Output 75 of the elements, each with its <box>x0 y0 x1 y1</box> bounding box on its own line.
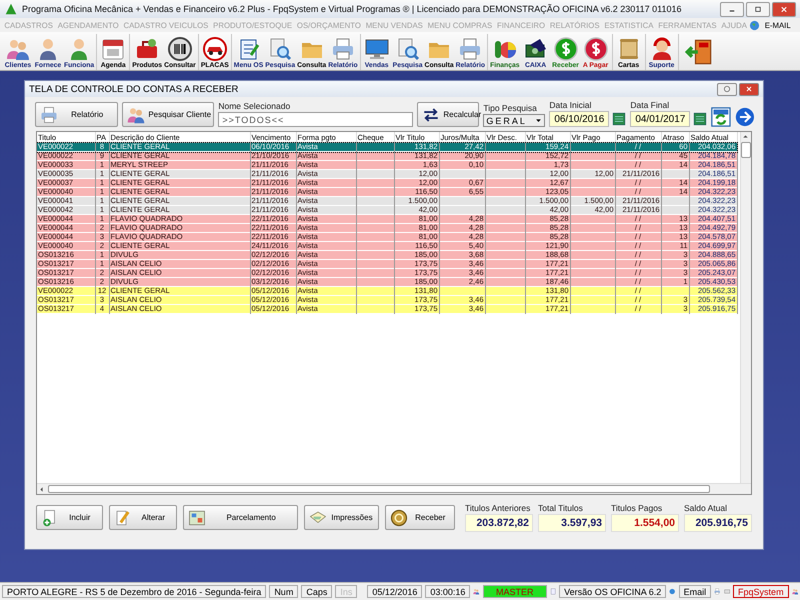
printer-icon <box>40 106 58 124</box>
document-icon <box>550 586 556 597</box>
total-value: 203.872,82 <box>465 514 533 532</box>
field-label: Data Inicial <box>549 100 592 110</box>
printer-icon <box>458 37 482 61</box>
calendar-icon <box>101 37 126 61</box>
action-button[interactable]: Receber <box>384 505 455 530</box>
email-text: Email <box>678 585 712 598</box>
version-text: Versão OS OFICINA 6.2 <box>559 585 666 598</box>
action-button[interactable]: Impressões <box>304 505 379 530</box>
calculator-icon <box>188 508 206 526</box>
toolbox-icon <box>135 37 160 61</box>
caret-icon <box>535 117 542 124</box>
end-date-field[interactable]: 04/01/2017 <box>630 111 690 127</box>
user-name-text: MASTER <box>482 585 547 598</box>
close-button[interactable] <box>772 2 796 16</box>
window-title: Programa Oficina Mecânica + Vendas e Financeiro v6.2 Plus - FpqSystem e Virtual Programas ® | Licenciado para DEMONSTRAÇÃO OFICINA v6.2 230117 011016 <box>22 4 683 14</box>
total-label: Titulos Pagos <box>611 503 664 513</box>
report-button[interactable]: Relatório <box>35 102 118 127</box>
exit-door-icon[interactable] <box>684 38 713 66</box>
people-icon <box>792 586 798 597</box>
total-value: 205.916,75 <box>684 514 752 532</box>
total-label: Saldo Atual <box>684 503 728 513</box>
maximize-icon <box>753 4 763 14</box>
field-label: Nome Selecionado <box>218 101 292 111</box>
location-date-text: PORTO ALEGRE - RS 5 de Dezembro de 2016 - Segunda-feira <box>2 585 266 598</box>
scrollbar-thumb[interactable] <box>741 142 751 158</box>
people-icon <box>127 106 146 124</box>
action-button[interactable]: Incluir <box>36 505 103 530</box>
document-search-icon <box>396 37 420 61</box>
app-icon <box>4 2 18 16</box>
car-icon <box>202 37 227 61</box>
action-button[interactable]: Parcelamento <box>183 505 298 530</box>
help-button[interactable] <box>717 82 737 96</box>
calendar-icon[interactable] <box>693 111 708 127</box>
total-value: 1.554,00 <box>611 514 679 532</box>
dollar-icon <box>584 37 608 61</box>
close-icon <box>745 85 753 93</box>
date-text: 05/12/2016 <box>367 585 422 598</box>
maximize-button[interactable] <box>746 2 770 16</box>
swap-arrows-icon <box>422 106 440 124</box>
calendar-icon[interactable] <box>612 111 626 127</box>
close-button[interactable] <box>739 82 759 96</box>
people-icon <box>6 37 30 61</box>
dollar-icon <box>554 37 578 61</box>
start-date-field[interactable]: 06/10/2016 <box>549 111 610 127</box>
printer-icon <box>714 586 721 597</box>
monitor-icon <box>364 37 389 61</box>
field-label: Data Final <box>630 100 670 110</box>
printer-icon <box>330 37 355 61</box>
horizontal-scrollbar[interactable] <box>37 483 751 494</box>
action-button[interactable]: Alterar <box>108 505 177 530</box>
brand-text: FpqSystem <box>733 585 789 598</box>
users-icon <box>473 586 480 597</box>
total-label: Titulos Anteriores <box>465 503 532 513</box>
dialog-title: TELA DE CONTROLE DO CONTAS A RECEBER <box>29 84 240 94</box>
name-field[interactable]: >>TODOS<< <box>218 112 414 127</box>
vertical-scrollbar[interactable] <box>740 132 751 483</box>
search-type-dropdown[interactable]: GERAL <box>483 114 546 127</box>
num-lock-indicator: Num <box>269 585 298 598</box>
total-value: 3.597,93 <box>538 514 606 532</box>
pencil-icon <box>114 508 132 526</box>
refresh-icon[interactable] <box>711 107 732 127</box>
time-text: 03:00:16 <box>425 585 470 598</box>
field-label: Tipo Pesquisa <box>483 103 538 113</box>
scrollbar-thumb[interactable] <box>48 485 710 493</box>
caps-lock-indicator: Caps <box>301 585 332 598</box>
search-client-button[interactable]: Pesquisar Cliente <box>122 102 214 127</box>
recalculate-button[interactable]: Recalcular <box>417 102 480 127</box>
total-label: Total Titulos <box>538 503 584 513</box>
close-icon <box>779 4 789 14</box>
coin-icon <box>390 508 408 526</box>
barcode-icon <box>168 37 192 61</box>
arrow-right-icon[interactable] <box>735 107 755 127</box>
document-search-icon <box>268 37 292 61</box>
